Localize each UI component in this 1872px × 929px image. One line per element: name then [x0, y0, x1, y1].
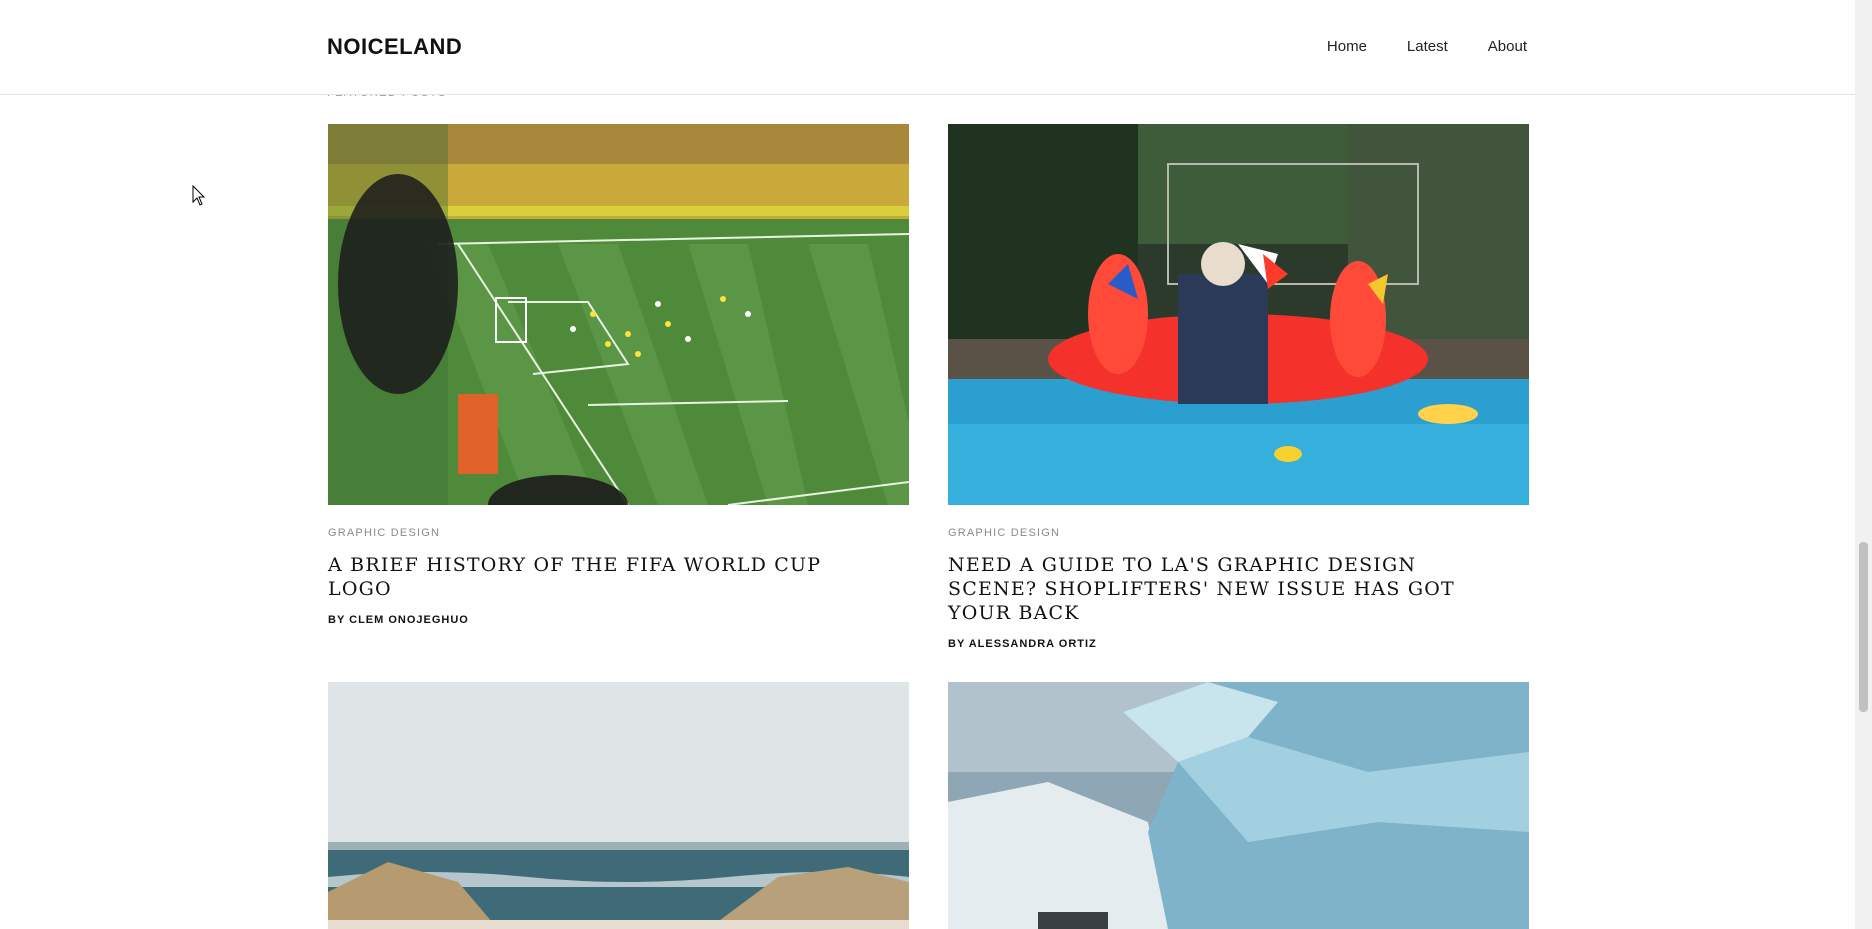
post-card[interactable] — [328, 682, 909, 929]
post-category[interactable]: GRAPHIC DESIGN — [328, 527, 909, 539]
post-image-soccer-stadium[interactable] — [328, 124, 909, 505]
scrollbar-thumb[interactable] — [1859, 542, 1868, 712]
nav-latest-link[interactable]: Latest — [1407, 38, 1448, 55]
post-card[interactable] — [948, 682, 1529, 929]
post-image-beach-dunes[interactable] — [328, 682, 909, 929]
post-card[interactable]: GRAPHIC DESIGN NEED A GUIDE TO LA'S GRAP… — [948, 124, 1529, 650]
post-image-pool-float[interactable] — [948, 124, 1529, 505]
mouse-cursor-icon — [192, 185, 206, 206]
page-scrollbar[interactable] — [1855, 0, 1872, 929]
post-title[interactable]: NEED A GUIDE TO LA'S GRAPHIC DESIGN SCEN… — [948, 553, 1508, 625]
site-header: NOICELAND Home Latest About — [0, 0, 1855, 95]
post-image-glacier-ice[interactable] — [948, 682, 1529, 929]
post-category[interactable]: GRAPHIC DESIGN — [948, 527, 1529, 539]
post-author[interactable]: BY CLEM ONOJEGHUO — [328, 614, 909, 626]
nav-about-link[interactable]: About — [1488, 38, 1527, 55]
nav-home-link[interactable]: Home — [1327, 38, 1367, 55]
site-logo[interactable]: NOICELAND — [327, 34, 462, 60]
post-author[interactable]: BY ALESSANDRA ORTIZ — [948, 638, 1529, 650]
post-title[interactable]: A BRIEF HISTORY OF THE FIFA WORLD CUP LO… — [328, 553, 888, 601]
post-card[interactable]: GRAPHIC DESIGN A BRIEF HISTORY OF THE FI… — [328, 124, 909, 626]
main-nav: Home Latest About — [1327, 38, 1527, 55]
